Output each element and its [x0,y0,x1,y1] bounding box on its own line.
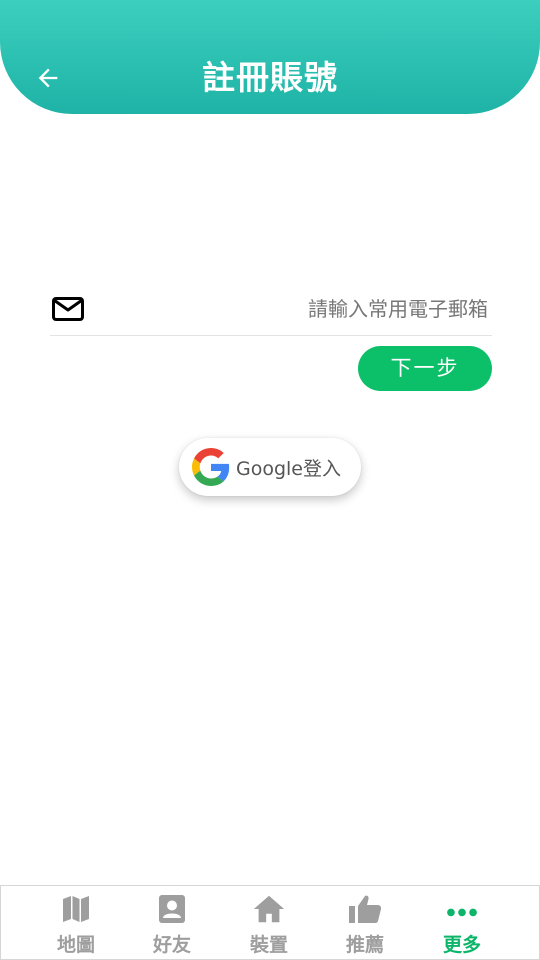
thumbs-up-icon [349,895,382,923]
google-login-button[interactable]: Google登入 [179,438,361,496]
email-field-row [50,282,492,336]
google-icon [192,448,230,486]
header-bar: 註冊賬號 [0,0,540,114]
nav-item-map[interactable]: 地圖 [26,886,126,958]
google-login-label: Google登入 [236,457,342,480]
nav-item-recommend[interactable]: 推薦 [315,886,415,958]
email-input[interactable] [85,282,492,335]
nav-item-devices[interactable]: 裝置 [219,886,319,958]
nav-item-more[interactable]: 更多 [412,886,512,958]
more-icon [447,908,477,917]
map-icon [63,896,89,922]
contact-icon [159,895,185,923]
nav-label-recommend: 推薦 [345,934,384,956]
nav-item-friends[interactable]: 好友 [122,886,222,958]
home-icon [253,895,285,923]
next-button[interactable]: 下一步 [358,346,492,391]
page-title: 註冊賬號 [202,58,338,97]
nav-label-friends: 好友 [152,934,191,956]
nav-label-devices: 裝置 [249,934,288,956]
bottom-nav: 地圖 好友 裝置 推薦 更多 [0,885,540,960]
nav-label-more: 更多 [442,934,481,956]
mail-icon [52,296,84,321]
nav-label-map: 地圖 [56,934,95,956]
